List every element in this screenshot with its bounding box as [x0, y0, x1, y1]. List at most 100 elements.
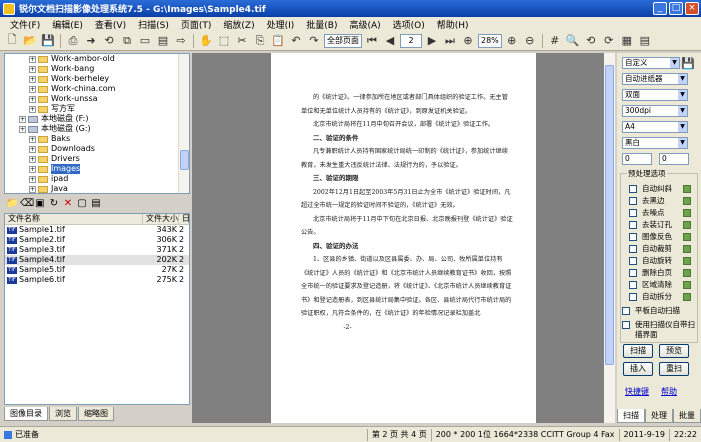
menu-zoom[interactable]: 缩放(Z) — [217, 18, 260, 31]
tab-thumbnails[interactable]: 缩略图 — [78, 407, 114, 421]
option-settings-icon[interactable] — [683, 269, 691, 277]
menu-scan[interactable]: 扫描(S) — [132, 18, 175, 31]
insert-button[interactable]: 插入 — [623, 362, 653, 376]
tab-batch[interactable]: 批量 — [673, 409, 701, 423]
tree-item[interactable]: + Work-berheley — [5, 74, 189, 84]
expand-icon[interactable]: + — [29, 135, 36, 143]
close-button[interactable]: × — [685, 2, 699, 15]
open-icon[interactable]: 📂 — [22, 33, 38, 49]
settings-icon[interactable]: ▤ — [637, 33, 653, 49]
profile-select[interactable]: 自定义 ▼ — [622, 57, 680, 69]
expand-icon[interactable]: + — [29, 155, 36, 163]
menu-help[interactable]: 帮助(H) — [431, 18, 475, 31]
expand-icon[interactable]: + — [29, 55, 36, 63]
preprocess-option[interactable]: 去黑边 — [629, 196, 665, 206]
preview-button[interactable]: 预览 — [659, 344, 689, 358]
delete-icon[interactable]: ✕ — [62, 198, 74, 210]
folder-tree[interactable]: + Work-ambor-old + Work-bang + Work-berheley +… — [4, 53, 190, 194]
grid-icon[interactable]: # — [547, 33, 563, 49]
tree-item[interactable]: + Baks — [5, 134, 189, 144]
tree-item[interactable]: + Downloads — [5, 144, 189, 154]
color-mode-select[interactable]: 黑白 ▼ — [622, 137, 688, 149]
use-scanner-ui-option[interactable]: 使用扫描仪自带扫描界面 — [622, 320, 698, 340]
preprocess-option[interactable]: 自动纠斜 — [629, 184, 672, 194]
option-settings-icon[interactable] — [683, 209, 691, 217]
menu-advanced[interactable]: 高级(A) — [343, 18, 386, 31]
rotate-left-icon[interactable]: ⟲ — [583, 33, 599, 49]
checkbox[interactable] — [629, 245, 637, 253]
brightness-stepper[interactable]: 0 — [622, 153, 652, 165]
file-row[interactable]: TIF Sample5.tif 27K 2 — [5, 265, 189, 275]
preprocess-option[interactable]: 区域清除 — [629, 280, 672, 290]
checkbox[interactable] — [629, 269, 637, 277]
tree-item[interactable]: + Java — [5, 184, 189, 193]
option-settings-icon[interactable] — [683, 221, 691, 229]
option-settings-icon[interactable] — [683, 281, 691, 289]
tab-scan[interactable]: 扫描 — [617, 409, 645, 423]
file-row[interactable]: TIF Sample1.tif 343K 2 — [5, 225, 189, 235]
rescan-icon[interactable]: ⟲ — [101, 33, 117, 49]
folder-icon[interactable]: 📁 — [6, 198, 18, 210]
expand-icon[interactable]: + — [29, 185, 36, 193]
maximize-button[interactable]: □ — [669, 2, 683, 15]
file-row[interactable]: TIF Sample2.tif 306K 2 — [5, 235, 189, 245]
tree-item[interactable]: + Drivers — [5, 154, 189, 164]
preprocess-option[interactable]: 去噪点 — [629, 208, 665, 218]
redo-icon[interactable]: ↷ — [306, 33, 322, 49]
preprocess-option[interactable]: 自动拆分 — [629, 292, 672, 302]
checkbox[interactable] — [622, 307, 630, 315]
preprocess-option[interactable]: 删除白页 — [629, 268, 672, 278]
tree-item[interactable]: + ipad — [5, 174, 189, 184]
view-mode-select[interactable]: 全部页面 — [324, 33, 362, 48]
save-icon[interactable]: ▣ — [34, 198, 46, 210]
tree-item[interactable]: + 本地磁盘 (F:) — [5, 114, 189, 124]
prev-page-icon[interactable]: ◀ — [382, 33, 398, 49]
minimize-button[interactable]: _ — [653, 2, 667, 15]
rescan-button[interactable]: 重扫 — [659, 362, 689, 376]
scan-icon[interactable]: ⎙ — [65, 33, 81, 49]
zoom-icon[interactable]: ⊕ — [460, 33, 476, 49]
expand-icon[interactable]: + — [29, 145, 36, 153]
checkbox[interactable] — [629, 293, 637, 301]
checkbox[interactable] — [629, 209, 637, 217]
option-settings-icon[interactable] — [683, 233, 691, 241]
file-row[interactable]: TIF Sample4.tif 202K 2 — [5, 255, 189, 265]
option-settings-icon[interactable] — [683, 257, 691, 265]
preprocess-option[interactable]: 去装订孔 — [629, 220, 672, 230]
rotate-right-icon[interactable]: ⟳ — [601, 33, 617, 49]
paper-size-select[interactable]: A4 ▼ — [622, 121, 688, 133]
tree-item[interactable]: + Images — [5, 164, 189, 174]
tab-image-directory[interactable]: 图像目录 — [4, 407, 48, 421]
tree-item[interactable]: + 本地磁盘 (G:) — [5, 124, 189, 134]
menu-options[interactable]: 选项(O) — [387, 18, 431, 31]
tab-process[interactable]: 处理 — [645, 409, 673, 423]
scan-button[interactable]: 扫描 — [623, 344, 653, 358]
shortcuts-link[interactable]: 快捷键 — [625, 386, 649, 397]
contrast-stepper[interactable]: 0 — [659, 153, 689, 165]
new-icon[interactable]: 🗋 — [4, 33, 20, 49]
tree-item[interactable]: + Work-ambor-old — [5, 54, 189, 64]
option-settings-icon[interactable] — [683, 293, 691, 301]
duplex-select[interactable]: 双面 ▼ — [622, 89, 688, 101]
expand-icon[interactable]: + — [29, 105, 36, 113]
menu-view[interactable]: 查看(V) — [89, 18, 132, 31]
menu-file[interactable]: 文件(F) — [4, 18, 46, 31]
tab-browse[interactable]: 浏览 — [49, 407, 77, 421]
expand-icon[interactable]: + — [29, 85, 36, 93]
export-icon[interactable]: ⇨ — [173, 33, 189, 49]
checkbox[interactable] — [622, 321, 630, 329]
menu-page[interactable]: 页面(T) — [175, 18, 218, 31]
batch-icon[interactable]: ⧉ — [119, 33, 135, 49]
cut-icon[interactable]: ✂ — [234, 33, 250, 49]
col-date[interactable]: 日 — [179, 214, 189, 224]
save-icon[interactable]: 💾 — [40, 33, 56, 49]
col-filename[interactable]: 文件名称 — [5, 214, 143, 224]
document-view[interactable]: 的《统计证》。一律参加所在地区或者部门具体组织的验证工作。无主管单位和无单位统计… — [192, 53, 615, 423]
menu-process[interactable]: 处理(I) — [261, 18, 301, 31]
checkbox[interactable] — [629, 185, 637, 193]
resolution-select[interactable]: 300dpi ▼ — [622, 105, 688, 117]
file-row[interactable]: TIF Sample6.tif 275K 2 — [5, 275, 189, 285]
checkbox[interactable] — [629, 257, 637, 265]
page-number-field[interactable]: 2 — [400, 33, 422, 48]
save-profile-icon[interactable]: 💾 — [681, 56, 695, 70]
